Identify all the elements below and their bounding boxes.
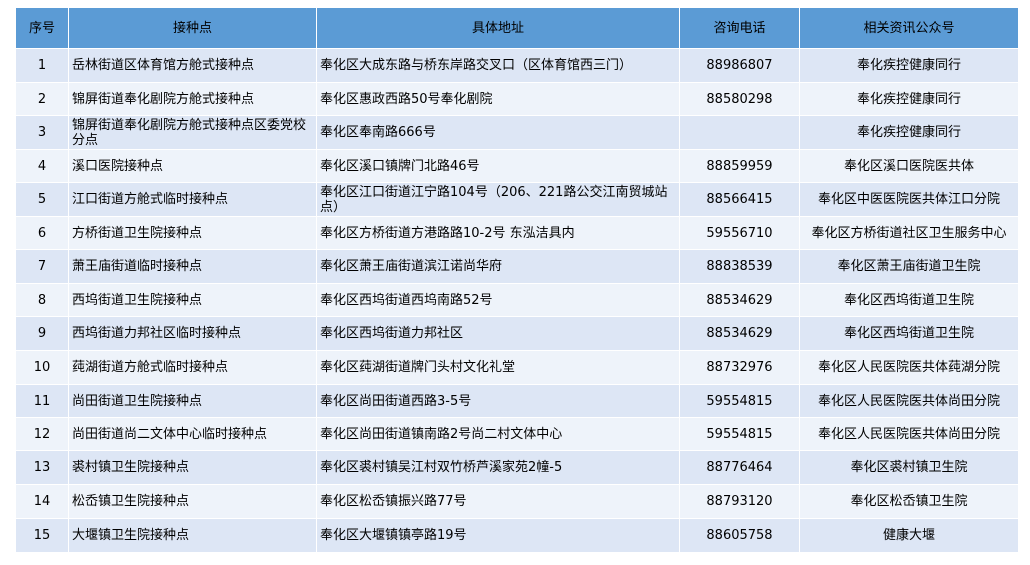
site-name: 莼湖街道方舱式临时接种点	[68, 350, 317, 385]
site-name: 溪口医院接种点	[68, 149, 317, 183]
table-row: 13 裘村镇卫生院接种点 奉化区裘村镇吴江村双竹桥芦溪家苑2幢-5 88776464 奉…	[15, 450, 1019, 485]
phone-number: 88986807	[679, 48, 800, 83]
phone-number: 88534629	[679, 283, 800, 317]
header-site: 接种点	[68, 7, 317, 49]
table-row: 6 方桥街道卫生院接种点 奉化区方桥街道方港路路10-2号 东泓洁具内 5955671…	[15, 216, 1019, 250]
row-number: 4	[15, 149, 69, 183]
site-name: 尚田街道尚二文体中心临时接种点	[68, 417, 317, 451]
phone-number: 88534629	[679, 316, 800, 351]
phone-number: 88605758	[679, 518, 800, 553]
table-row: 15 大堰镇卫生院接种点 奉化区大堰镇镇亭路19号 88605758 健康大堰	[15, 518, 1019, 553]
header-account: 相关资讯公众号	[799, 7, 1019, 49]
table-row: 1 岳林街道区体育馆方舱式接种点 奉化区大成东路与桥东岸路交叉口（区体育馆西三门） 8…	[15, 48, 1019, 83]
row-number: 1	[15, 48, 69, 83]
row-number: 7	[15, 249, 69, 284]
site-address: 奉化区西坞街道力邦社区	[316, 316, 680, 351]
row-number: 12	[15, 417, 69, 451]
table-row: 14 松岙镇卫生院接种点 奉化区松岙镇振兴路77号 88793120 奉化区松岙镇卫生院	[15, 484, 1019, 519]
site-address: 奉化区裘村镇吴江村双竹桥芦溪家苑2幢-5	[316, 450, 680, 485]
public-account: 奉化疾控健康同行	[799, 115, 1019, 150]
table-header-row: 序号 接种点 具体地址 咨询电话 相关资讯公众号	[15, 7, 1019, 49]
table-row: 8 西坞街道卫生院接种点 奉化区西坞街道西坞南路52号 88534629 奉化区西坞街道…	[15, 283, 1019, 317]
phone-number: 88793120	[679, 484, 800, 519]
row-number: 10	[15, 350, 69, 385]
table-row: 7 萧王庙街道临时接种点 奉化区萧王庙街道滨江诺尚华府 88838539 奉化区萧王庙街…	[15, 249, 1019, 284]
header-phone: 咨询电话	[679, 7, 800, 49]
site-address: 奉化区松岙镇振兴路77号	[316, 484, 680, 519]
vaccination-sites-table-container: 序号 接种点 具体地址 咨询电话 相关资讯公众号 1 岳林街道区体育馆方舱式接种点…	[15, 7, 1019, 553]
site-address: 奉化区江口街道江宁路104号（206、221路公交江南贸城站点）	[316, 182, 680, 217]
table-row: 5 江口街道方舱式临时接种点 奉化区江口街道江宁路104号（206、221路公交江南…	[15, 182, 1019, 217]
site-name: 尚田街道卫生院接种点	[68, 384, 317, 418]
site-name: 锦屏街道奉化剧院方舱式接种点区委党校分点	[68, 115, 317, 150]
site-address: 奉化区尚田街道镇南路2号尚二村文体中心	[316, 417, 680, 451]
table-row: 12 尚田街道尚二文体中心临时接种点 奉化区尚田街道镇南路2号尚二村文体中心 5955…	[15, 417, 1019, 451]
table-body: 1 岳林街道区体育馆方舱式接种点 奉化区大成东路与桥东岸路交叉口（区体育馆西三门） 8…	[15, 48, 1019, 553]
row-number: 2	[15, 82, 69, 116]
public-account: 健康大堰	[799, 518, 1019, 553]
site-name: 方桥街道卫生院接种点	[68, 216, 317, 250]
phone-number: 88580298	[679, 82, 800, 116]
site-address: 奉化区惠政西路50号奉化剧院	[316, 82, 680, 116]
site-address: 奉化区大成东路与桥东岸路交叉口（区体育馆西三门）	[316, 48, 680, 83]
phone-number: 59554815	[679, 417, 800, 451]
table-row: 2 锦屏街道奉化剧院方舱式接种点 奉化区惠政西路50号奉化剧院 88580298 奉化疾…	[15, 82, 1019, 116]
site-address: 奉化区溪口镇牌门北路46号	[316, 149, 680, 183]
phone-number	[679, 115, 800, 150]
public-account: 奉化区裘村镇卫生院	[799, 450, 1019, 485]
table-row: 9 西坞街道力邦社区临时接种点 奉化区西坞街道力邦社区 88534629 奉化区西坞街道…	[15, 316, 1019, 351]
row-number: 6	[15, 216, 69, 250]
row-number: 3	[15, 115, 69, 150]
public-account: 奉化区西坞街道卫生院	[799, 283, 1019, 317]
public-account: 奉化区人民医院医共体尚田分院	[799, 384, 1019, 418]
vaccination-sites-table: 序号 接种点 具体地址 咨询电话 相关资讯公众号 1 岳林街道区体育馆方舱式接种点…	[15, 7, 1019, 553]
row-number: 9	[15, 316, 69, 351]
table-row: 10 莼湖街道方舱式临时接种点 奉化区莼湖街道牌门头村文化礼堂 88732976 奉化区…	[15, 350, 1019, 385]
site-address: 奉化区大堰镇镇亭路19号	[316, 518, 680, 553]
public-account: 奉化区松岙镇卫生院	[799, 484, 1019, 519]
site-name: 裘村镇卫生院接种点	[68, 450, 317, 485]
phone-number: 88732976	[679, 350, 800, 385]
public-account: 奉化区人民医院医共体莼湖分院	[799, 350, 1019, 385]
public-account: 奉化区萧王庙街道卫生院	[799, 249, 1019, 284]
phone-number: 88838539	[679, 249, 800, 284]
header-address: 具体地址	[316, 7, 680, 49]
public-account: 奉化区方桥街道社区卫生服务中心	[799, 216, 1019, 250]
table-row: 11 尚田街道卫生院接种点 奉化区尚田街道西路3-5号 59554815 奉化区人民医院…	[15, 384, 1019, 418]
site-name: 江口街道方舱式临时接种点	[68, 182, 317, 217]
site-name: 萧王庙街道临时接种点	[68, 249, 317, 284]
site-name: 松岙镇卫生院接种点	[68, 484, 317, 519]
site-address: 奉化区方桥街道方港路路10-2号 东泓洁具内	[316, 216, 680, 250]
phone-number: 88859959	[679, 149, 800, 183]
public-account: 奉化区中医医院医共体江口分院	[799, 182, 1019, 217]
site-name: 岳林街道区体育馆方舱式接种点	[68, 48, 317, 83]
row-number: 5	[15, 182, 69, 217]
site-address: 奉化区尚田街道西路3-5号	[316, 384, 680, 418]
site-address: 奉化区萧王庙街道滨江诺尚华府	[316, 249, 680, 284]
row-number: 13	[15, 450, 69, 485]
phone-number: 59554815	[679, 384, 800, 418]
site-name: 大堰镇卫生院接种点	[68, 518, 317, 553]
table-row: 4 溪口医院接种点 奉化区溪口镇牌门北路46号 88859959 奉化区溪口医院医共体	[15, 149, 1019, 183]
site-name: 西坞街道力邦社区临时接种点	[68, 316, 317, 351]
site-name: 西坞街道卫生院接种点	[68, 283, 317, 317]
phone-number: 59556710	[679, 216, 800, 250]
site-address: 奉化区莼湖街道牌门头村文化礼堂	[316, 350, 680, 385]
header-number: 序号	[15, 7, 69, 49]
row-number: 14	[15, 484, 69, 519]
site-address: 奉化区奉南路666号	[316, 115, 680, 150]
row-number: 11	[15, 384, 69, 418]
public-account: 奉化区西坞街道卫生院	[799, 316, 1019, 351]
public-account: 奉化疾控健康同行	[799, 82, 1019, 116]
row-number: 8	[15, 283, 69, 317]
row-number: 15	[15, 518, 69, 553]
public-account: 奉化区人民医院医共体尚田分院	[799, 417, 1019, 451]
site-name: 锦屏街道奉化剧院方舱式接种点	[68, 82, 317, 116]
phone-number: 88566415	[679, 182, 800, 217]
table-row: 3 锦屏街道奉化剧院方舱式接种点区委党校分点 奉化区奉南路666号 奉化疾控健康同行	[15, 115, 1019, 150]
public-account: 奉化疾控健康同行	[799, 48, 1019, 83]
site-address: 奉化区西坞街道西坞南路52号	[316, 283, 680, 317]
public-account: 奉化区溪口医院医共体	[799, 149, 1019, 183]
phone-number: 88776464	[679, 450, 800, 485]
